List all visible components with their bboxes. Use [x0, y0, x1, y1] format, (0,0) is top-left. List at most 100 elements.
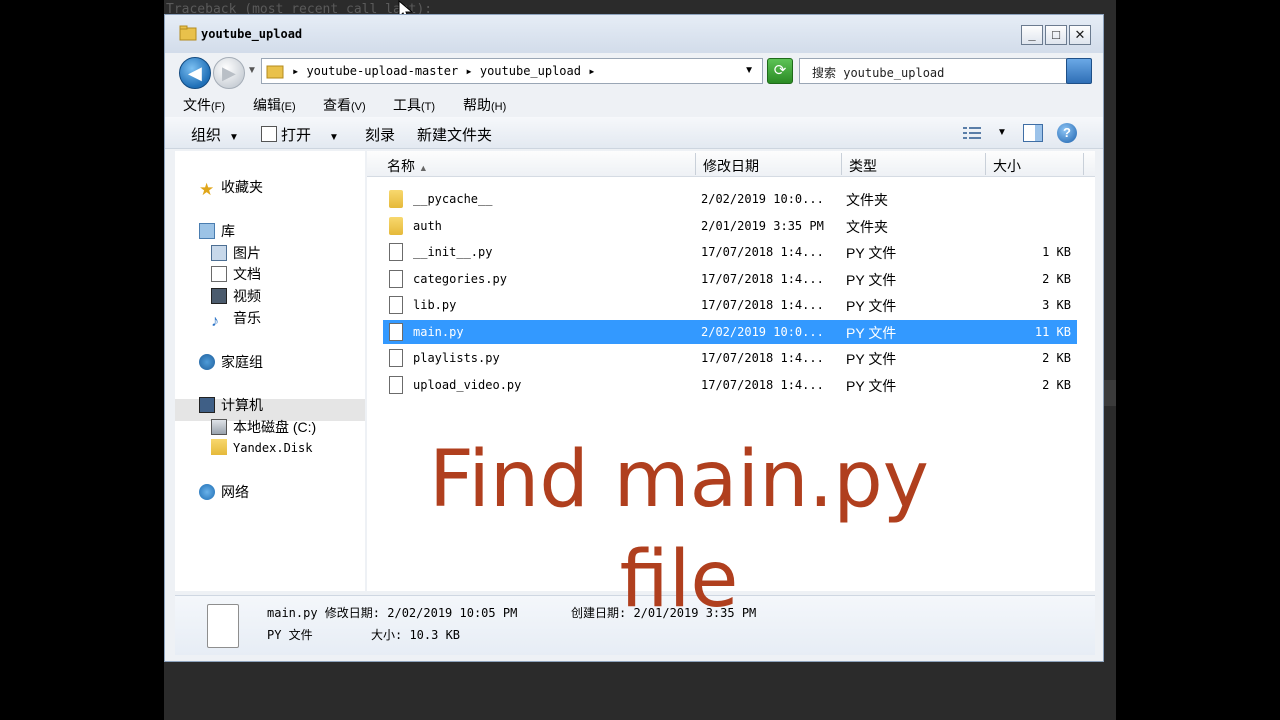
- python-file-icon: [389, 243, 403, 261]
- python-file-icon: [389, 296, 403, 314]
- column-divider[interactable]: [841, 153, 842, 175]
- address-dropdown-icon[interactable]: ▼: [744, 65, 754, 76]
- file-name: main.py: [413, 324, 464, 339]
- open-file-icon: [261, 126, 277, 142]
- menu-bar: 文件(F) 编辑(E) 查看(V) 工具(T) 帮助(H): [165, 91, 1103, 115]
- close-button[interactable]: ✕: [1069, 25, 1091, 45]
- column-modified[interactable]: 修改日期: [703, 156, 759, 176]
- python-file-icon: [389, 269, 403, 288]
- python-file-icon: [389, 322, 403, 341]
- menu-view[interactable]: 查看(V): [323, 95, 366, 115]
- column-name[interactable]: 名称 ▲: [387, 156, 428, 176]
- file-name: playlists.py: [413, 351, 500, 365]
- python-file-icon: [389, 375, 403, 394]
- file-size: 2 KB: [1042, 351, 1071, 365]
- file-row[interactable]: __pycache__ 2/02/2019 10:0... 文件夹: [383, 187, 1077, 211]
- column-type[interactable]: 类型: [849, 156, 877, 176]
- file-row[interactable]: lib.py 17/07/2018 1:4... PY 文件 3 KB: [383, 293, 1077, 317]
- open-button[interactable]: 打开 ▼: [261, 124, 339, 145]
- sort-ascending-icon: ▲: [418, 163, 428, 173]
- nav-item-yandex-disk[interactable]: Yandex.Disk: [211, 439, 312, 455]
- file-type: PY 文件: [846, 271, 897, 288]
- maximize-button[interactable]: □: [1045, 25, 1067, 45]
- nav-item-videos[interactable]: 视频: [211, 286, 261, 306]
- view-options-icon[interactable]: [963, 126, 981, 140]
- nav-item-music[interactable]: ♪ 音乐: [211, 308, 261, 330]
- nav-item-favorites[interactable]: ★ 收藏夹: [199, 177, 263, 199]
- refresh-icon: ⟳: [773, 62, 787, 79]
- column-divider[interactable]: [1083, 153, 1084, 175]
- file-size: 1 KB: [1042, 245, 1071, 259]
- file-row[interactable]: upload_video.py 17/07/2018 1:4... PY 文件 2 K…: [383, 373, 1077, 397]
- file-row[interactable]: __init__.py 17/07/2018 1:4... PY 文件 1 KB: [383, 240, 1077, 264]
- film-icon: [211, 288, 227, 304]
- history-dropdown-icon[interactable]: ▼: [247, 65, 257, 76]
- address-bar[interactable]: ▸ youtube-upload-master ▸ youtube_upload…: [261, 58, 763, 84]
- menu-file[interactable]: 文件(F): [183, 95, 225, 115]
- file-name: lib.py: [413, 298, 457, 312]
- nav-item-network[interactable]: 网络: [199, 482, 249, 502]
- chevron-down-icon: ▼: [329, 132, 339, 143]
- nav-item-libraries[interactable]: 库: [199, 221, 235, 241]
- menu-help[interactable]: 帮助(H): [463, 95, 506, 115]
- nav-item-pictures[interactable]: 图片: [211, 243, 261, 263]
- chevron-down-icon: ▼: [229, 132, 239, 143]
- file-type: 文件夹: [846, 192, 888, 208]
- homegroup-icon: [199, 354, 215, 370]
- file-date: 2/02/2019 10:0...: [701, 192, 824, 206]
- scrollbar-thumb[interactable]: [1104, 380, 1116, 406]
- nav-item-local-disk[interactable]: 本地磁盘 (C:): [211, 417, 316, 437]
- nav-item-documents[interactable]: 文档: [211, 264, 261, 284]
- computer-icon: [199, 397, 215, 413]
- drive-icon: [211, 419, 227, 435]
- back-arrow-icon: ◀: [188, 63, 202, 83]
- nav-item-computer[interactable]: 计算机: [199, 395, 263, 415]
- menu-edit[interactable]: 编辑(E): [253, 95, 296, 115]
- new-folder-button[interactable]: 新建文件夹: [417, 124, 492, 145]
- file-name: categories.py: [413, 271, 507, 286]
- column-header: 名称 ▲ 修改日期 类型 大小: [367, 151, 1095, 177]
- address-row: ◀ ▶ ▼ ▸ youtube-upload-master ▸ youtube_…: [165, 53, 1103, 89]
- file-type: PY 文件: [846, 245, 897, 261]
- file-row[interactable]: categories.py 17/07/2018 1:4... PY 文件 2 KB: [383, 267, 1077, 291]
- caption-line-2: file: [619, 535, 739, 625]
- document-icon: [211, 266, 227, 282]
- folder-icon: [211, 439, 227, 455]
- search-icon[interactable]: [1066, 58, 1092, 84]
- file-name: __pycache__: [413, 192, 493, 206]
- refresh-button[interactable]: ⟳: [767, 58, 793, 84]
- file-type: PY 文件: [846, 298, 897, 314]
- network-icon: [199, 484, 215, 500]
- nav-item-homegroup[interactable]: 家庭组: [199, 352, 263, 372]
- column-divider[interactable]: [985, 153, 986, 175]
- file-date: 17/07/2018 1:4...: [701, 351, 824, 365]
- library-icon: [199, 223, 215, 239]
- breadcrumb[interactable]: ▸ youtube-upload-master ▸ youtube_upload…: [292, 64, 595, 78]
- minimize-button[interactable]: _: [1021, 25, 1043, 45]
- column-divider[interactable]: [695, 153, 696, 175]
- file-row[interactable]: playlists.py 17/07/2018 1:4... PY 文件 2 KB: [383, 346, 1077, 370]
- burn-button[interactable]: 刻录: [365, 124, 395, 145]
- chevron-down-icon[interactable]: ▼: [997, 127, 1007, 138]
- back-button[interactable]: ◀: [179, 57, 211, 89]
- file-type: PY 文件: [846, 351, 897, 367]
- organize-button[interactable]: 组织 ▼: [191, 124, 239, 145]
- details-type: PY 文件: [267, 628, 313, 642]
- title-bar[interactable]: youtube_upload _ □ ✕: [165, 15, 1103, 53]
- file-row[interactable]: main.py 2/02/2019 10:0... PY 文件 11 KB: [383, 319, 1077, 344]
- preview-pane-icon[interactable]: [1023, 124, 1043, 142]
- caption-line-1: Find main.py: [429, 435, 929, 525]
- file-type: PY 文件: [846, 377, 897, 394]
- search-input[interactable]: 搜索 youtube_upload: [799, 58, 1092, 84]
- command-bar: 组织 ▼ 打开 ▼ 刻录 新建文件夹 ▼ ?: [165, 117, 1103, 149]
- column-size[interactable]: 大小: [993, 156, 1021, 176]
- menu-tools[interactable]: 工具(T): [393, 95, 435, 115]
- help-icon[interactable]: ?: [1057, 123, 1077, 143]
- pictures-icon: [211, 245, 227, 261]
- file-date: 2/02/2019 10:0...: [701, 324, 824, 339]
- file-name: __init__.py: [413, 245, 493, 259]
- file-name: auth: [413, 218, 442, 233]
- forward-button[interactable]: ▶: [213, 57, 245, 89]
- file-row[interactable]: auth 2/01/2019 3:35 PM 文件夹: [383, 214, 1077, 238]
- folder-icon: [179, 25, 197, 41]
